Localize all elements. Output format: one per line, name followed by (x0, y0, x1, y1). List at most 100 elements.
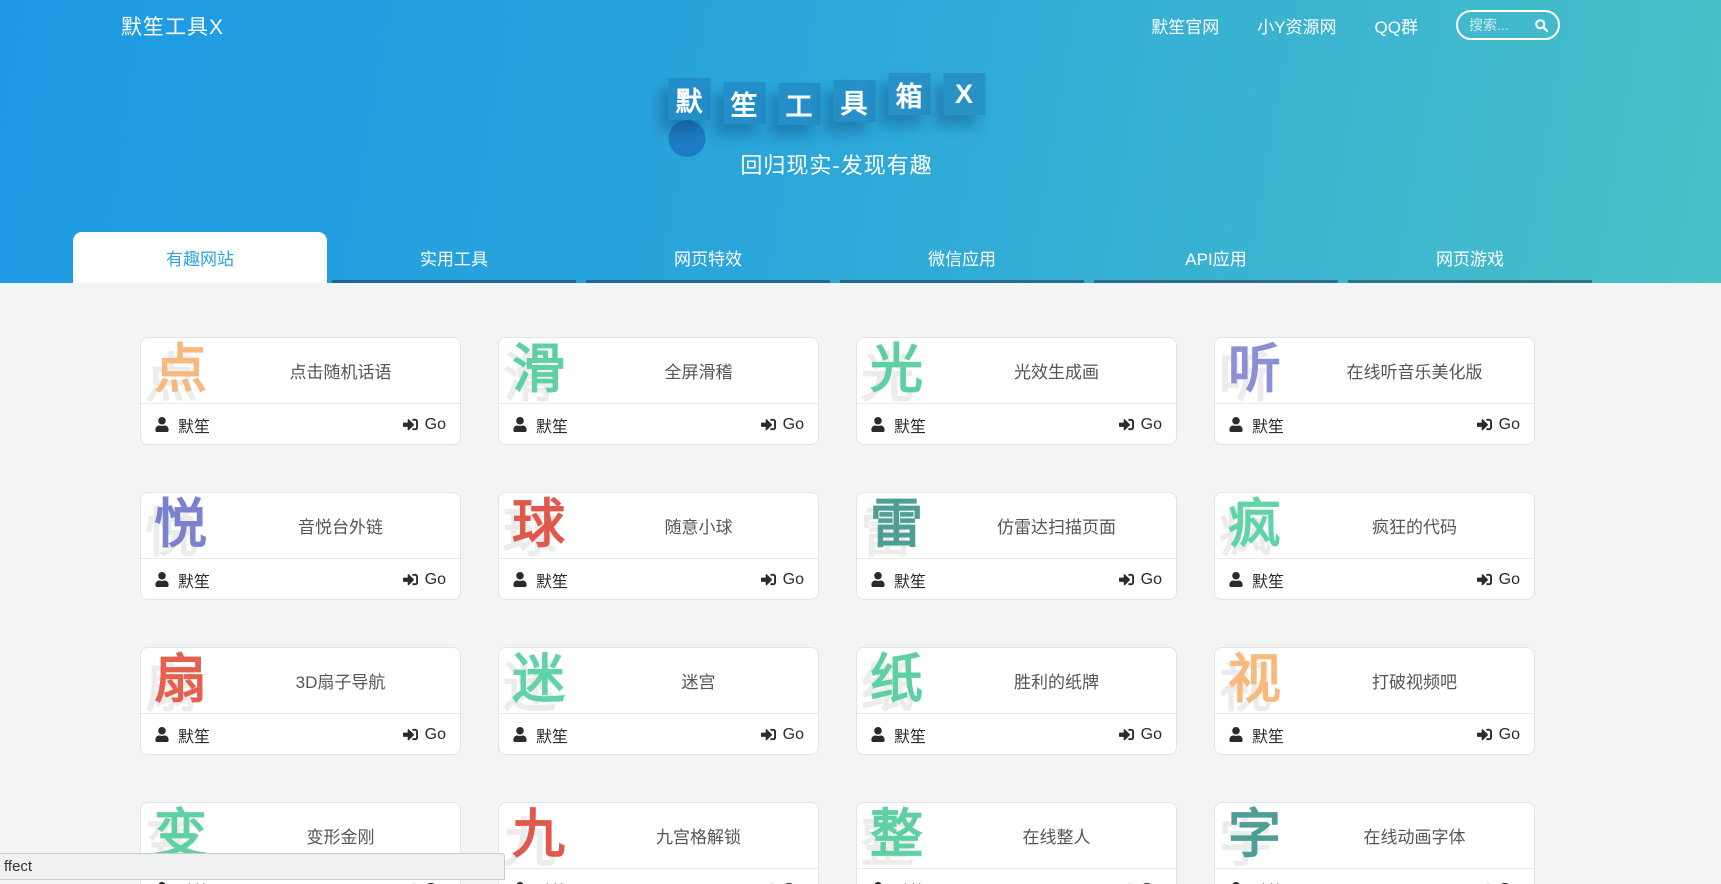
tool-author: 默笙 (1252, 878, 1284, 884)
sign-in-icon (1476, 572, 1492, 587)
tool-initial-char: 点 (154, 340, 207, 399)
tool-author-wrap: 默笙 (871, 413, 926, 437)
go-link[interactable]: Go (403, 881, 446, 884)
go-link[interactable]: Go (760, 570, 804, 589)
tool-card[interactable]: 视 打破视频吧 默笙 Go (1214, 647, 1535, 755)
tab-label: API应用 (1185, 250, 1247, 269)
go-link[interactable]: Go (1476, 416, 1520, 434)
tool-card-head: 听 在线听音乐美化版 (1215, 338, 1534, 404)
tab[interactable]: API应用 (1089, 232, 1343, 283)
tool-title: 3D扇子导航 (295, 673, 386, 692)
tab-label: 网页游戏 (1436, 250, 1504, 269)
go-label: Go (424, 570, 446, 588)
tool-title: 迷宫 (681, 673, 716, 692)
tool-card[interactable]: 迷 迷宫 默笙 Go (498, 647, 819, 755)
tool-card[interactable]: 听 在线听音乐美化版 默笙 Go (1214, 337, 1535, 445)
tool-title: 在线听音乐美化版 (1346, 363, 1483, 382)
tool-author-wrap: 默笙 (513, 413, 568, 437)
tab[interactable]: 网页游戏 (1343, 232, 1597, 283)
tab[interactable]: 实用工具 (327, 232, 581, 283)
tool-author-wrap: 默笙 (513, 878, 568, 884)
go-label: Go (782, 570, 804, 588)
go-label: Go (1498, 570, 1520, 588)
tool-card-head: 字 在线动画字体 (1215, 803, 1534, 869)
tool-card[interactable]: 光 光效生成画 默笙 Go (856, 337, 1177, 445)
tool-card[interactable]: 球 随意小球 默笙 Go (498, 492, 819, 600)
tool-card[interactable]: 纸 胜利的纸牌 默笙 Go (856, 647, 1177, 755)
tool-card[interactable]: 雷 仿雷达扫描页面 默笙 Go (856, 492, 1177, 600)
tool-card-footer: 默笙 Go (857, 869, 1176, 884)
hero-title-char: 笙 (723, 82, 765, 124)
search-icon[interactable] (1534, 18, 1549, 33)
tab[interactable]: 有趣网站 (73, 232, 327, 283)
tool-card[interactable]: 九 九宫格解锁 默笙 (498, 802, 819, 884)
tool-card-footer: 默笙 Go (1215, 559, 1534, 600)
sign-in-icon (760, 572, 776, 587)
search-input[interactable] (1467, 16, 1534, 34)
tool-author-wrap: 默笙 (1229, 568, 1284, 592)
user-icon (871, 417, 885, 432)
go-link[interactable]: Go (402, 726, 446, 744)
tool-initial-char: 纸 (870, 650, 923, 709)
tool-card[interactable]: 滑 全屏滑稽 默笙 Go (498, 337, 819, 445)
tab[interactable]: 网页特效 (581, 232, 835, 283)
tool-card[interactable]: 疯 疯狂的代码 默笙 Go (1214, 492, 1535, 600)
tool-card[interactable]: 扇 3D扇子导航 默笙 Go (140, 647, 461, 755)
tool-author: 默笙 (178, 728, 211, 746)
tool-author: 默笙 (1252, 418, 1285, 436)
navbar: 默笙工具X 默笙官网 小Y资源网 QQ群 (0, 0, 1721, 50)
tool-initial-char: 球 (512, 495, 565, 554)
bouncing-ball-shape (668, 120, 705, 157)
tool-card[interactable]: 点 点击随机话语 默笙 Go (140, 337, 461, 445)
tool-author: 默笙 (1252, 728, 1285, 746)
go-label: Go (783, 881, 804, 884)
tool-title: 点击随机话语 (289, 363, 392, 382)
tool-card-head: 雷 仿雷达扫描页面 (857, 493, 1176, 559)
go-link[interactable]: Go (1476, 726, 1520, 744)
card-grid: 点 点击随机话语 默笙 Go 滑 全屏滑稽 默笙 Go 光 光效生成画 默笙 G… (140, 337, 1535, 884)
go-link[interactable]: Go (1118, 571, 1162, 589)
go-link[interactable]: Go (402, 570, 446, 589)
tab[interactable]: 微信应用 (835, 232, 1089, 283)
nav-links: 默笙官网 小Y资源网 QQ群 (1151, 13, 1418, 38)
tool-author-wrap: 默笙 (1229, 413, 1284, 437)
tool-card-footer: 默笙 Go (857, 714, 1176, 755)
nav-link[interactable]: QQ群 (1375, 13, 1418, 38)
tool-author-wrap: 默笙 (871, 723, 926, 747)
user-icon (513, 727, 527, 742)
hero-subtitle: 回归现实-发现有趣 (740, 153, 933, 178)
tool-initial-char: 字 (1228, 805, 1281, 864)
tool-card-footer: 默笙 Go (1215, 869, 1534, 884)
go-label: Go (782, 415, 804, 433)
tool-card-head: 滑 全屏滑稽 (499, 338, 818, 404)
tool-card[interactable]: 字 在线动画字体 默笙 (1214, 802, 1535, 884)
user-icon (513, 572, 527, 587)
go-link[interactable]: Go (760, 415, 804, 434)
tool-card[interactable]: 悦 音悦台外链 默笙 Go (140, 492, 461, 600)
user-icon (1229, 417, 1243, 432)
nav-link[interactable]: 小Y资源网 (1257, 13, 1336, 38)
go-link[interactable]: Go (1477, 881, 1520, 884)
tool-card-footer: 默笙 Go (1215, 404, 1534, 445)
go-link[interactable]: Go (1118, 416, 1162, 434)
tool-initial-char: 雷 (870, 495, 923, 554)
tool-author: 默笙 (536, 573, 569, 591)
go-link[interactable]: Go (761, 881, 804, 884)
tool-author: 默笙 (894, 878, 926, 884)
go-link[interactable]: Go (1476, 570, 1520, 589)
nav-link[interactable]: 默笙官网 (1151, 13, 1219, 38)
tab-label: 微信应用 (928, 250, 996, 269)
tool-card-footer: 默笙 Go (857, 559, 1176, 600)
search-box[interactable] (1456, 10, 1560, 40)
go-link[interactable]: Go (760, 725, 804, 744)
tool-card[interactable]: 整 在线整人 默笙 (856, 802, 1177, 884)
go-link[interactable]: Go (402, 416, 446, 434)
tab-label: 实用工具 (420, 250, 488, 269)
go-label: Go (1141, 881, 1162, 884)
tool-author: 默笙 (1252, 573, 1285, 591)
tool-card-footer: 默笙 Go (499, 714, 818, 755)
site-logo[interactable]: 默笙工具X (121, 11, 224, 41)
go-link[interactable]: Go (1118, 726, 1162, 744)
go-link[interactable]: Go (1119, 881, 1162, 884)
go-label: Go (782, 725, 804, 743)
